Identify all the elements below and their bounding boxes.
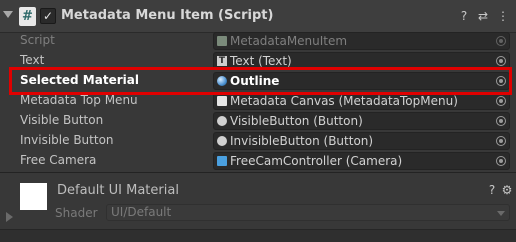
material-foldout-icon[interactable]: [6, 212, 13, 222]
field-row-visible-button: Visible Button VisibleButton (Button): [0, 111, 516, 131]
button-component-icon: [217, 136, 227, 146]
component-title: Metadata Menu Item (Script): [61, 8, 274, 23]
text-component-icon: T: [217, 56, 227, 66]
bottom-bar: [0, 229, 516, 242]
button-component-icon: [217, 116, 227, 126]
field-label-free-camera: Free Camera: [20, 153, 97, 167]
script-asset-icon: [217, 36, 227, 46]
help-icon[interactable]: ?: [457, 9, 471, 23]
foldout-arrow-icon[interactable]: [3, 11, 13, 18]
field-row-invisible-button: Invisible Button InvisibleButton (Button…: [0, 131, 516, 151]
script-component-icon: [217, 96, 227, 106]
free-camera-field[interactable]: FreeCamController (Camera): [213, 152, 510, 170]
field-value-text: Text (Text): [230, 54, 292, 68]
field-label-text: Text: [20, 53, 45, 67]
field-label-script: Script: [20, 33, 55, 47]
script-field[interactable]: MetadataMenuItem: [213, 32, 510, 50]
field-label-metadata-top-menu: Metadata Top Menu: [20, 93, 138, 107]
field-label-invisible-button: Invisible Button: [20, 133, 114, 147]
object-picker-icon[interactable]: [496, 36, 506, 46]
selected-material-highlight: [9, 67, 512, 95]
invisible-button-field[interactable]: InvisibleButton (Button): [213, 132, 510, 150]
field-value-free-camera: FreeCamController (Camera): [230, 154, 403, 168]
field-value-metadata-top-menu: Metadata Canvas (MetadataTopMenu): [230, 94, 458, 108]
section-divider: [0, 172, 516, 173]
field-value-visible-button: VisibleButton (Button): [230, 114, 363, 128]
object-picker-icon[interactable]: [496, 56, 506, 66]
object-picker-icon[interactable]: [496, 116, 506, 126]
material-settings-icon[interactable]: ⚙: [500, 183, 514, 197]
object-picker-icon[interactable]: [496, 96, 506, 106]
shader-value: UI/Default: [111, 205, 172, 219]
field-value-script: MetadataMenuItem: [230, 34, 348, 48]
chevron-down-icon: [497, 211, 505, 216]
script-icon: #: [19, 7, 36, 26]
material-help-icon[interactable]: ?: [485, 183, 499, 197]
object-picker-icon[interactable]: [496, 136, 506, 146]
context-menu-icon[interactable]: ⋮: [496, 9, 510, 23]
field-row-free-camera: Free Camera FreeCamController (Camera): [0, 151, 516, 171]
component-enabled-checkbox[interactable]: ✓: [40, 8, 56, 24]
field-value-invisible-button: InvisibleButton (Button): [230, 134, 374, 148]
field-row-script: Script MetadataMenuItem: [0, 31, 516, 51]
shader-label: Shader: [55, 206, 98, 220]
material-title: Default UI Material: [57, 183, 179, 198]
presets-icon[interactable]: ⇄: [476, 9, 490, 23]
visible-button-field[interactable]: VisibleButton (Button): [213, 112, 510, 130]
field-label-visible-button: Visible Button: [20, 113, 104, 127]
object-picker-icon[interactable]: [496, 156, 506, 166]
material-preview-swatch: [20, 183, 47, 210]
shader-dropdown[interactable]: UI/Default: [106, 204, 510, 221]
camera-component-icon: [217, 156, 227, 166]
component-header: # ✓ Metadata Menu Item (Script) ? ⇄ ⋮: [0, 0, 516, 33]
